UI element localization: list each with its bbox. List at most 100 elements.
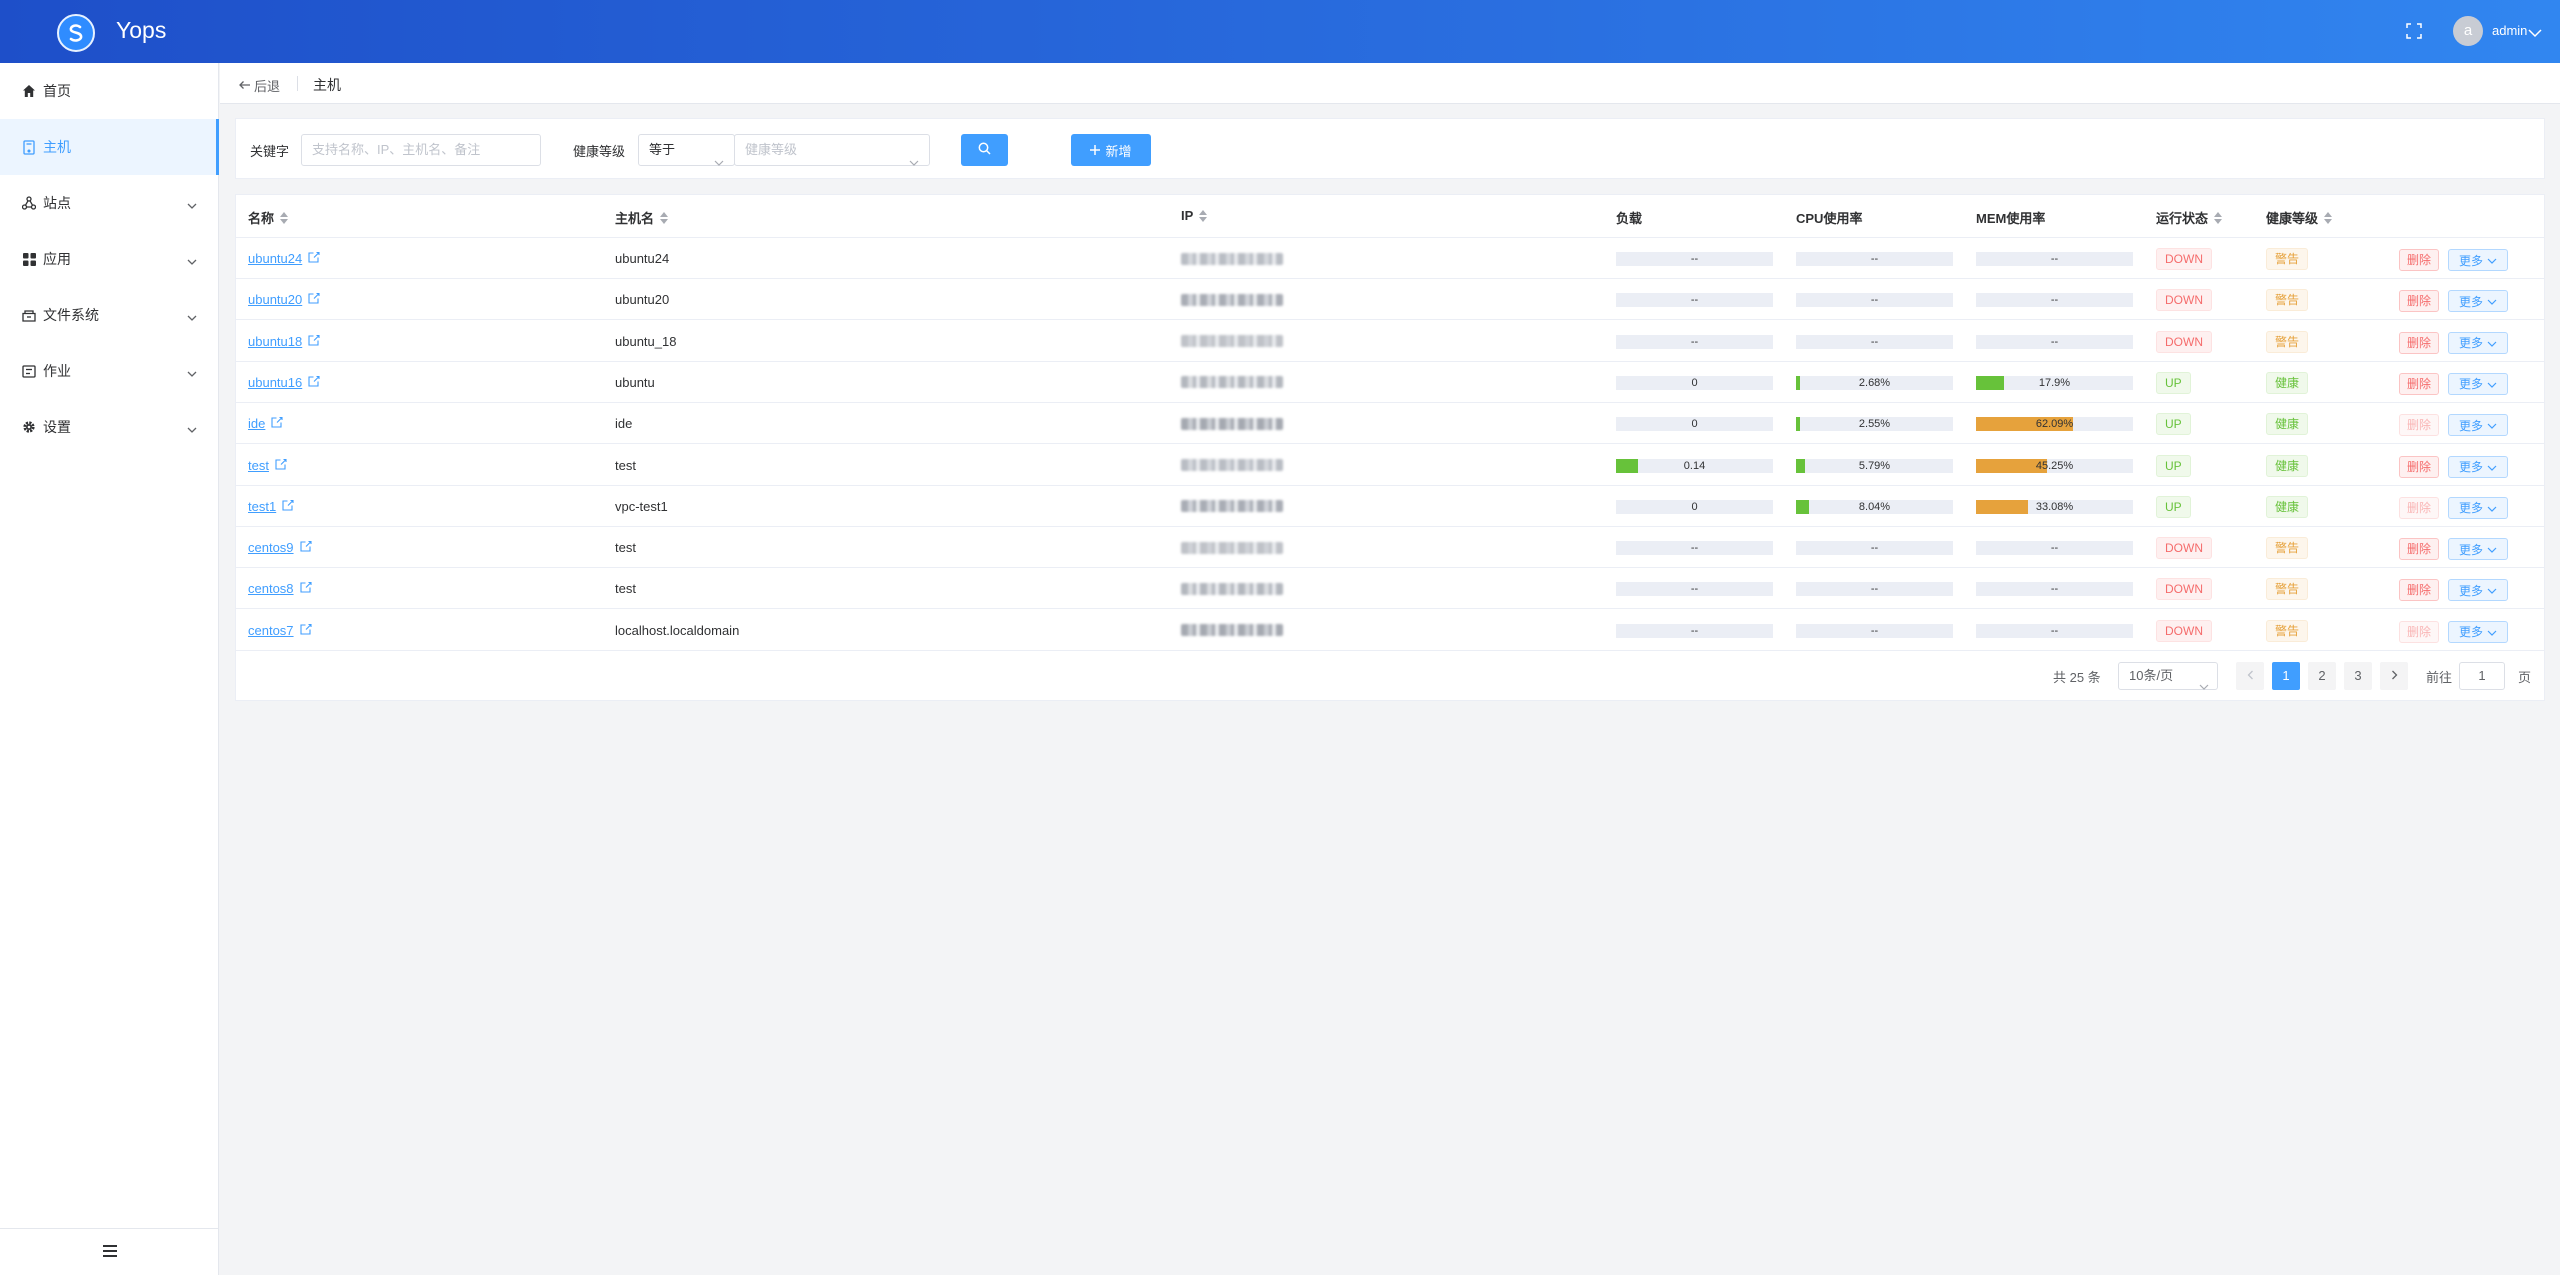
load-bar: 0 (1616, 417, 1773, 432)
ip-redacted (1181, 252, 1283, 265)
page-size-select[interactable]: 10条/页 (2118, 662, 2218, 690)
column-header-health[interactable]: 健康等级 (2266, 208, 2333, 227)
more-button[interactable]: 更多 (2448, 620, 2508, 643)
delete-button[interactable]: 删除 (2399, 372, 2439, 395)
edit-icon[interactable] (308, 375, 320, 390)
ip-cell (1181, 610, 1283, 651)
search-icon (978, 142, 991, 158)
delete-button[interactable]: 删除 (2399, 414, 2439, 437)
delete-button[interactable]: 删除 (2399, 331, 2439, 354)
host-name-link[interactable]: centos8 (248, 581, 294, 596)
host-name-link[interactable]: ide (248, 416, 265, 431)
sidebar-item-site[interactable]: 站点 (0, 175, 219, 231)
status-badge: DOWN (2156, 578, 2212, 601)
edit-icon[interactable] (308, 251, 320, 266)
host-name-link[interactable]: test1 (248, 499, 276, 514)
hostname-cell: ide (615, 416, 633, 432)
health-select[interactable]: 健康等级 (734, 134, 930, 166)
next-page-button[interactable] (2380, 662, 2408, 690)
more-button[interactable]: 更多 (2448, 331, 2508, 354)
sidebar-item-host[interactable]: 主机 (0, 119, 219, 175)
delete-button[interactable]: 删除 (2399, 496, 2439, 519)
apps-icon (21, 251, 37, 267)
ip-cell (1181, 568, 1283, 609)
host-name-link[interactable]: ubuntu18 (248, 334, 302, 349)
delete-button[interactable]: 删除 (2399, 579, 2439, 602)
more-button[interactable]: 更多 (2448, 249, 2508, 271)
edit-icon[interactable] (271, 416, 283, 431)
ip-redacted (1181, 335, 1283, 348)
page-number-button[interactable]: 1 (2272, 662, 2300, 690)
back-button[interactable]: 后退 (238, 76, 280, 95)
sidebar-item-settings[interactable]: 设置 (0, 399, 219, 455)
search-button[interactable] (961, 134, 1008, 166)
sort-icon[interactable] (280, 211, 289, 224)
edit-icon[interactable] (299, 623, 312, 638)
sort-icon[interactable] (2324, 211, 2333, 224)
host-name-cell: test1 (248, 486, 294, 527)
host-name-link[interactable]: ubuntu16 (248, 375, 302, 390)
status-badge: DOWN (2156, 289, 2212, 312)
keyword-input[interactable]: 支持名称、IP、主机名、备注 (301, 134, 541, 166)
host-name-link[interactable]: ubuntu20 (248, 292, 302, 307)
more-button[interactable]: 更多 (2448, 579, 2508, 602)
cpu-bar: -- (1796, 623, 1953, 638)
host-name-link[interactable]: test (248, 458, 269, 473)
sidebar-collapse-button[interactable] (0, 1228, 219, 1275)
sidebar: 首页 主机 站点 应用 文件系统 作业 设置 (0, 63, 219, 1275)
more-button[interactable]: 更多 (2448, 496, 2508, 519)
sidebar-item-filesystem[interactable]: 文件系统 (0, 287, 219, 343)
cpu-value: 2.68% (1858, 376, 1891, 389)
goto-page-input[interactable]: 1 (2459, 662, 2505, 690)
edit-icon[interactable] (308, 292, 320, 307)
add-host-button[interactable]: 新增 (1071, 134, 1151, 166)
prev-page-button[interactable] (2236, 662, 2264, 690)
edit-icon[interactable] (299, 581, 312, 596)
column-header-status[interactable]: 运行状态 (2156, 208, 2223, 227)
edit-icon[interactable] (275, 458, 287, 473)
mem-bar: -- (1976, 252, 2133, 266)
delete-button[interactable]: 删除 (2399, 290, 2439, 313)
more-button[interactable]: 更多 (2448, 290, 2508, 313)
username[interactable]: admin (2492, 23, 2527, 38)
sidebar-item-home[interactable]: 首页 (0, 63, 219, 119)
delete-button[interactable]: 删除 (2399, 455, 2439, 478)
cpu-bar: 2.68% (1796, 375, 1953, 390)
edit-icon[interactable] (299, 540, 312, 555)
delete-button[interactable]: 删除 (2399, 538, 2439, 561)
table-row: ubuntu18 ubuntu_18 -- -- -- DOWN 警告 删除 更多 (236, 321, 2544, 362)
host-name-cell: centos7 (248, 610, 312, 651)
sidebar-item-apps[interactable]: 应用 (0, 231, 219, 287)
table-row: ide ide 0 2.55% 62.09% UP 健康 删除 更多 (236, 403, 2544, 445)
sort-icon[interactable] (1199, 209, 1208, 222)
host-name-link[interactable]: centos7 (248, 623, 294, 638)
operator-select[interactable]: 等于 (638, 134, 735, 166)
health-placeholder: 健康等级 (745, 142, 798, 157)
fullscreen-icon[interactable] (2405, 22, 2423, 40)
column-header-ip[interactable]: IP (1181, 208, 1208, 223)
chevron-down-icon[interactable] (2528, 25, 2542, 41)
avatar[interactable]: a (2453, 16, 2483, 46)
cpu-bar: -- (1796, 582, 1953, 597)
sort-icon[interactable] (2214, 211, 2223, 224)
more-button[interactable]: 更多 (2448, 414, 2508, 437)
sidebar-item-job[interactable]: 作业 (0, 343, 219, 399)
sidebar-item-label: 文件系统 (43, 307, 99, 323)
edit-icon[interactable] (282, 499, 294, 514)
more-button[interactable]: 更多 (2448, 372, 2508, 395)
delete-button[interactable]: 删除 (2399, 620, 2439, 643)
more-button[interactable]: 更多 (2448, 455, 2508, 478)
more-button[interactable]: 更多 (2448, 538, 2508, 561)
column-header-name[interactable]: 名称 (248, 208, 289, 227)
operator-value: 等于 (649, 142, 676, 157)
page-number-button[interactable]: 3 (2344, 662, 2372, 690)
cpu-value: -- (1870, 583, 1879, 596)
delete-button[interactable]: 删除 (2399, 249, 2439, 271)
table-row: centos8 test -- -- -- DOWN 警告 删除 更多 (236, 568, 2544, 610)
host-name-link[interactable]: ubuntu24 (248, 251, 302, 266)
host-name-link[interactable]: centos9 (248, 540, 294, 555)
column-header-hostname[interactable]: 主机名 (615, 208, 669, 227)
sort-icon[interactable] (660, 211, 669, 224)
edit-icon[interactable] (308, 334, 320, 349)
page-number-button[interactable]: 2 (2308, 662, 2336, 690)
